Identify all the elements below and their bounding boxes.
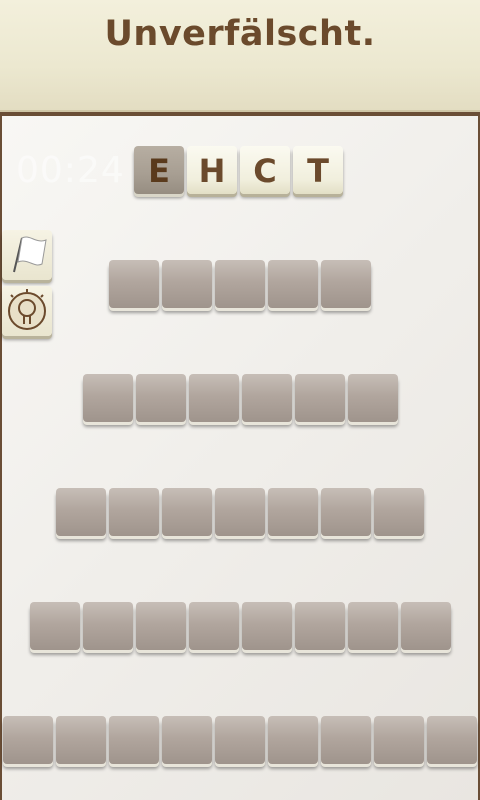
letter-slot[interactable] xyxy=(56,716,106,764)
letter-slot[interactable] xyxy=(242,602,292,650)
letter-slot[interactable] xyxy=(321,260,371,308)
letter-char: E xyxy=(148,152,170,190)
letter-slot[interactable] xyxy=(321,488,371,536)
letter-slot[interactable] xyxy=(30,602,80,650)
letter-slot[interactable] xyxy=(374,716,424,764)
letter-slot[interactable] xyxy=(83,374,133,422)
letter-slot[interactable] xyxy=(268,260,318,308)
flag-icon xyxy=(13,236,47,273)
letter-char: T xyxy=(307,152,329,190)
letter-slot[interactable] xyxy=(348,374,398,422)
letter-char: H xyxy=(198,152,226,190)
timer: 00:24 xyxy=(16,150,125,191)
puzzle-title: Unverfälscht. xyxy=(104,14,376,54)
letter-slot[interactable] xyxy=(162,260,212,308)
give-up-flag-button[interactable] xyxy=(2,230,52,280)
hint-button[interactable] xyxy=(2,286,52,336)
letter-slot[interactable] xyxy=(295,374,345,422)
letter-slot[interactable] xyxy=(136,602,186,650)
header-bar: Unverfälscht. xyxy=(0,0,480,112)
letter-slot[interactable] xyxy=(295,602,345,650)
letter-slot[interactable] xyxy=(268,488,318,536)
letter-tile[interactable]: E xyxy=(134,146,184,194)
letter-slot[interactable] xyxy=(162,488,212,536)
letter-tile[interactable]: T xyxy=(293,146,343,194)
letter-char: C xyxy=(253,152,277,190)
letter-slot[interactable] xyxy=(242,374,292,422)
letter-slot[interactable] xyxy=(162,716,212,764)
letter-slot[interactable] xyxy=(215,716,265,764)
letter-slot[interactable] xyxy=(427,716,477,764)
letter-slot[interactable] xyxy=(401,602,451,650)
letter-slot[interactable] xyxy=(189,602,239,650)
letter-slot[interactable] xyxy=(321,716,371,764)
game-board xyxy=(2,116,478,800)
letter-slot[interactable] xyxy=(268,716,318,764)
letter-tile[interactable]: C xyxy=(240,146,290,194)
letter-slot[interactable] xyxy=(56,488,106,536)
letter-slot[interactable] xyxy=(3,716,53,764)
letter-slot[interactable] xyxy=(109,260,159,308)
letter-tile[interactable]: H xyxy=(187,146,237,194)
letter-slot[interactable] xyxy=(374,488,424,536)
letter-slot[interactable] xyxy=(348,602,398,650)
letter-slot[interactable] xyxy=(109,488,159,536)
letter-slot[interactable] xyxy=(215,488,265,536)
letter-slot[interactable] xyxy=(83,602,133,650)
letter-slot[interactable] xyxy=(215,260,265,308)
letter-slot[interactable] xyxy=(189,374,239,422)
lightbulb-hint-icon xyxy=(8,289,46,330)
letter-slot[interactable] xyxy=(109,716,159,764)
letter-slot[interactable] xyxy=(136,374,186,422)
